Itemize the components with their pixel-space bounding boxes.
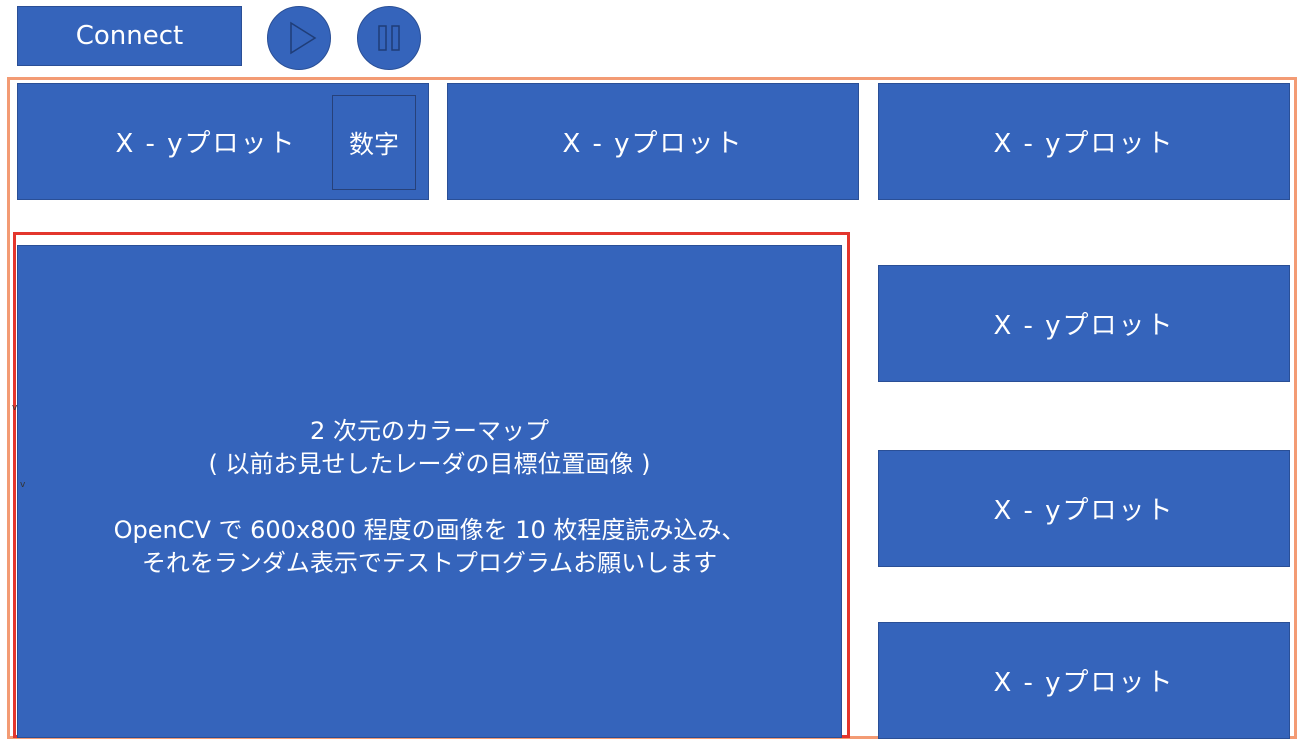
colormap-panel: 2 次元のカラーマップ ( 以前お見せしたレーダの目標位置画像 ) OpenCV… — [17, 245, 842, 738]
xy-plot-1-label: X - yプロット — [115, 129, 297, 159]
colormap-title: 2 次元のカラーマップ — [310, 417, 549, 445]
xy-plot-3: X - yプロット — [878, 83, 1290, 200]
number-display-label: 数字 — [348, 129, 399, 159]
play-button[interactable] — [267, 6, 331, 70]
play-icon — [290, 21, 317, 55]
connect-button[interactable]: Connect — [17, 6, 242, 66]
colormap-description-1: OpenCV で 600x800 程度の画像を 10 枚程度読み込み、 — [113, 516, 746, 544]
pause-icon — [378, 25, 400, 51]
xy-plot-4: X - yプロット — [878, 265, 1290, 382]
colormap-subtitle: ( 以前お見せしたレーダの目標位置画像 ) — [208, 450, 651, 478]
xy-plot-2: X - yプロット — [447, 83, 859, 200]
xy-plot-5-label: X - yプロット — [993, 496, 1175, 526]
xy-plot-5: X - yプロット — [878, 450, 1290, 567]
xy-plot-3-label: X - yプロット — [993, 129, 1175, 159]
xy-plot-6: X - yプロット — [878, 622, 1290, 739]
xy-plot-4-label: X - yプロット — [993, 311, 1175, 341]
xy-plot-2-label: X - yプロット — [562, 129, 744, 159]
number-display: 数字 — [332, 95, 416, 190]
xy-plot-6-label: X - yプロット — [993, 668, 1175, 698]
stray-mark-1: v — [12, 403, 18, 413]
stray-mark-2: v — [20, 480, 26, 490]
pause-button[interactable] — [357, 6, 421, 70]
colormap-description-2: それをランダム表示でテストプログラムお願いします — [141, 549, 718, 577]
connect-button-label: Connect — [75, 21, 184, 51]
